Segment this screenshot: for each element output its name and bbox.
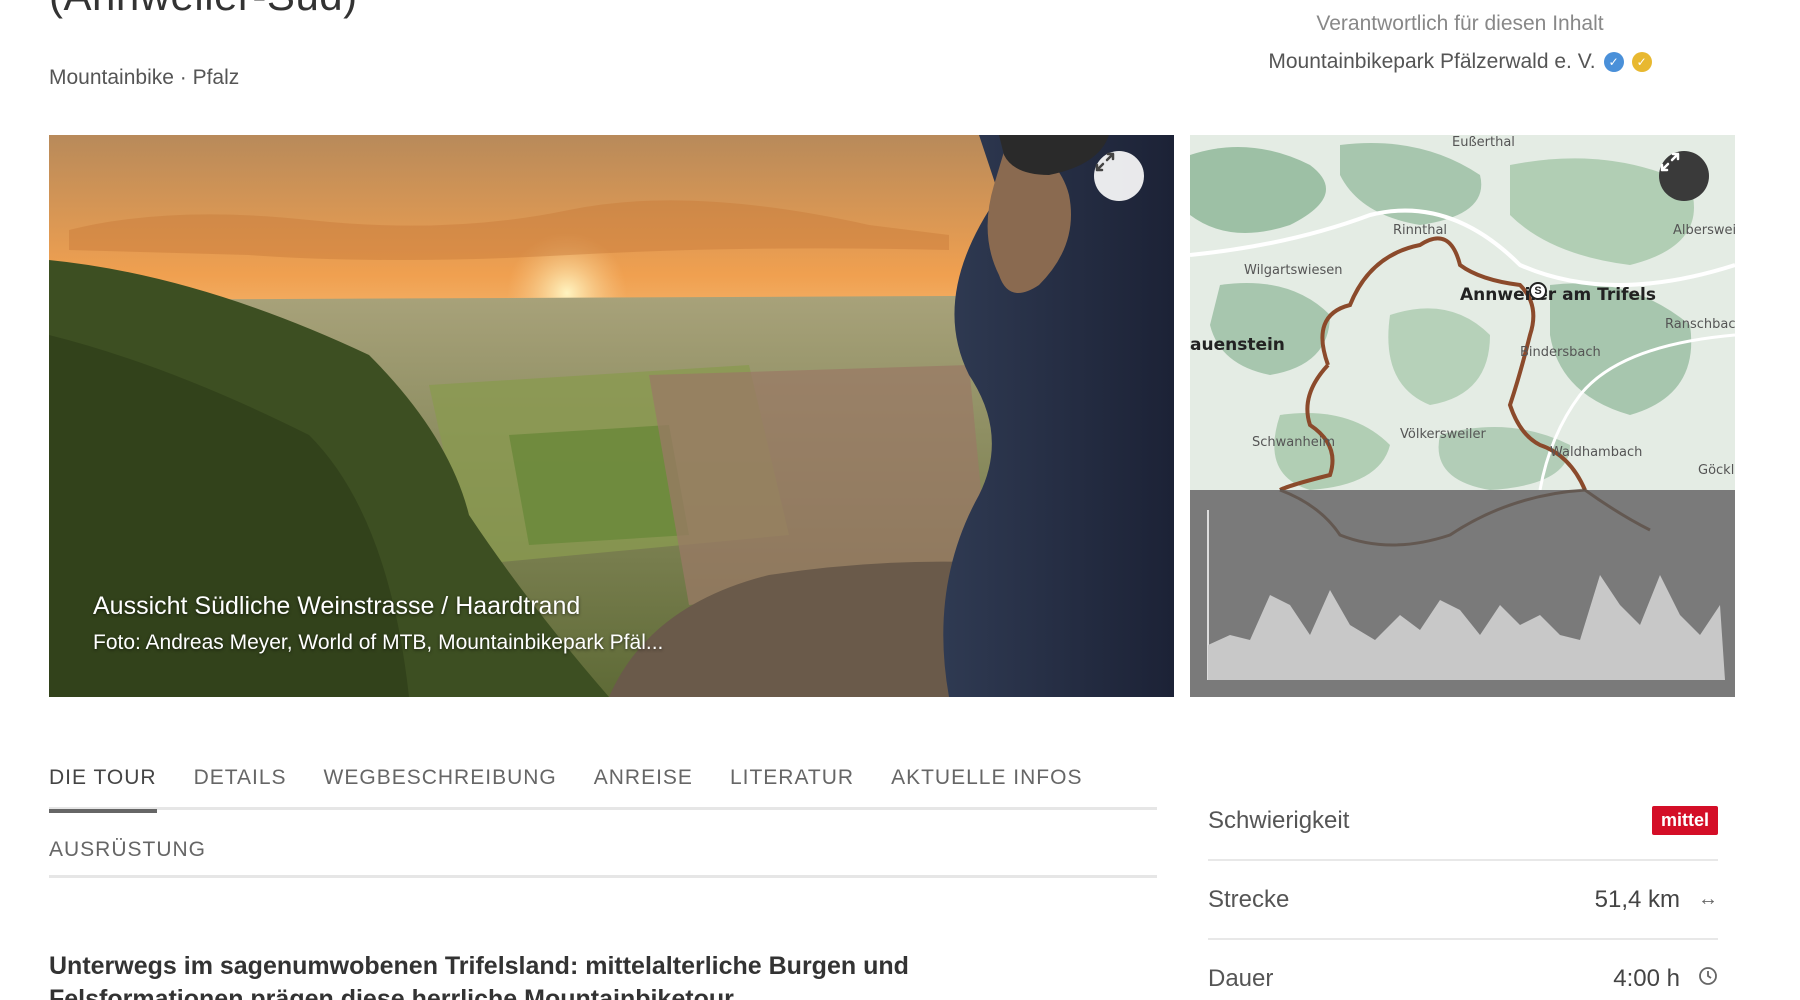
- tab-literatur[interactable]: LITERATUR: [730, 760, 854, 810]
- fact-distance-label: Strecke: [1208, 885, 1290, 913]
- map-label-wilgartswiesen: Wilgartswiesen: [1244, 263, 1343, 278]
- fact-difficulty: Schwierigkeit mittel: [1208, 782, 1718, 861]
- tour-key-facts: Schwierigkeit mittel Strecke 51,4 km ↔ D…: [1208, 782, 1718, 1000]
- responsible-label: Verantwortlich für diesen Inhalt: [1316, 12, 1604, 35]
- fact-duration-value: 4:00 h: [1613, 964, 1680, 992]
- content-responsible: Verantwortlich für diesen Inhalt Mountai…: [1190, 12, 1730, 74]
- map-label-annweiler: Annweiler am Trifels: [1460, 285, 1656, 305]
- tour-category: Mountainbike · Pfalz: [49, 66, 240, 89]
- map-label-ranschbach: Ranschbach: [1665, 317, 1735, 332]
- tab-ausruestung[interactable]: AUSRÜSTUNG: [49, 838, 206, 878]
- organization-name[interactable]: Mountainbikepark Pfälzerwald e. V.: [1268, 50, 1595, 74]
- map-label-albersweiler: Albersweiler: [1673, 223, 1735, 238]
- fact-duration-label: Dauer: [1208, 964, 1274, 992]
- photo-expand-button[interactable]: [1094, 151, 1144, 201]
- content-tabs: DIE TOUR DETAILS WEGBESCHREIBUNG ANREISE…: [49, 760, 1157, 878]
- responsible-organization[interactable]: Mountainbikepark Pfälzerwald e. V. ✓ ✓: [1190, 50, 1730, 74]
- fact-duration: Dauer 4:00 h: [1208, 940, 1718, 1000]
- tab-details[interactable]: DETAILS: [194, 760, 287, 810]
- photo-caption-title: Aussicht Südliche Weinstrasse / Haardtra…: [93, 592, 581, 620]
- tour-intro-text: Unterwegs im sagenumwobenen Trifelsland:…: [49, 952, 909, 1000]
- map-label-voelkersweiler: Völkersweiler: [1400, 427, 1486, 442]
- map-label-rinnthal: Rinnthal: [1393, 223, 1448, 238]
- tab-aktuelle-infos[interactable]: AKTUELLE INFOS: [891, 760, 1082, 810]
- fact-difficulty-label: Schwierigkeit: [1208, 806, 1350, 834]
- page-title: (Annweiler-Süd): [49, 0, 358, 20]
- clock-icon: [1698, 966, 1718, 992]
- difficulty-badge: mittel: [1651, 806, 1718, 835]
- tab-anreise[interactable]: ANREISE: [594, 760, 693, 810]
- tab-wegbeschreibung[interactable]: WEGBESCHREIBUNG: [324, 760, 557, 810]
- verified-badge-icon: ✓: [1603, 52, 1624, 72]
- map-label-lauenstein: auenstein: [1190, 335, 1285, 355]
- map-graphic: [1190, 135, 1735, 697]
- fact-distance: Strecke 51,4 km ↔: [1208, 861, 1718, 940]
- map-label-bindersbach: Bindersbach: [1520, 345, 1601, 360]
- map-expand-button[interactable]: [1659, 151, 1709, 201]
- tab-row-secondary: AUSRÜSTUNG: [49, 838, 1157, 878]
- tour-photo[interactable]: Aussicht Südliche Weinstrasse / Haardtra…: [49, 135, 1174, 697]
- fact-distance-value: 51,4 km: [1594, 885, 1680, 913]
- photo-caption: Aussicht Südliche Weinstrasse / Haardtra…: [93, 592, 663, 655]
- award-badge-icon: ✓: [1631, 52, 1652, 72]
- start-marker[interactable]: S: [1529, 282, 1547, 300]
- photo-credit: Foto: Andreas Meyer, World of MTB, Mount…: [93, 631, 664, 654]
- tour-map[interactable]: Eußerthal Rinnthal Wilgartswiesen Annwei…: [1190, 135, 1735, 697]
- tab-die-tour[interactable]: DIE TOUR: [49, 760, 157, 813]
- arrows-horizontal-icon: ↔: [1698, 888, 1718, 910]
- map-label-schwanheim: Schwanheim: [1252, 435, 1335, 450]
- map-label-waldhambach: Waldhambach: [1550, 445, 1643, 460]
- map-label-eusserthal: Eußerthal: [1452, 135, 1515, 150]
- tab-row-primary: DIE TOUR DETAILS WEGBESCHREIBUNG ANREISE…: [49, 760, 1157, 813]
- map-label-goecklingen: Göckl: [1698, 463, 1735, 478]
